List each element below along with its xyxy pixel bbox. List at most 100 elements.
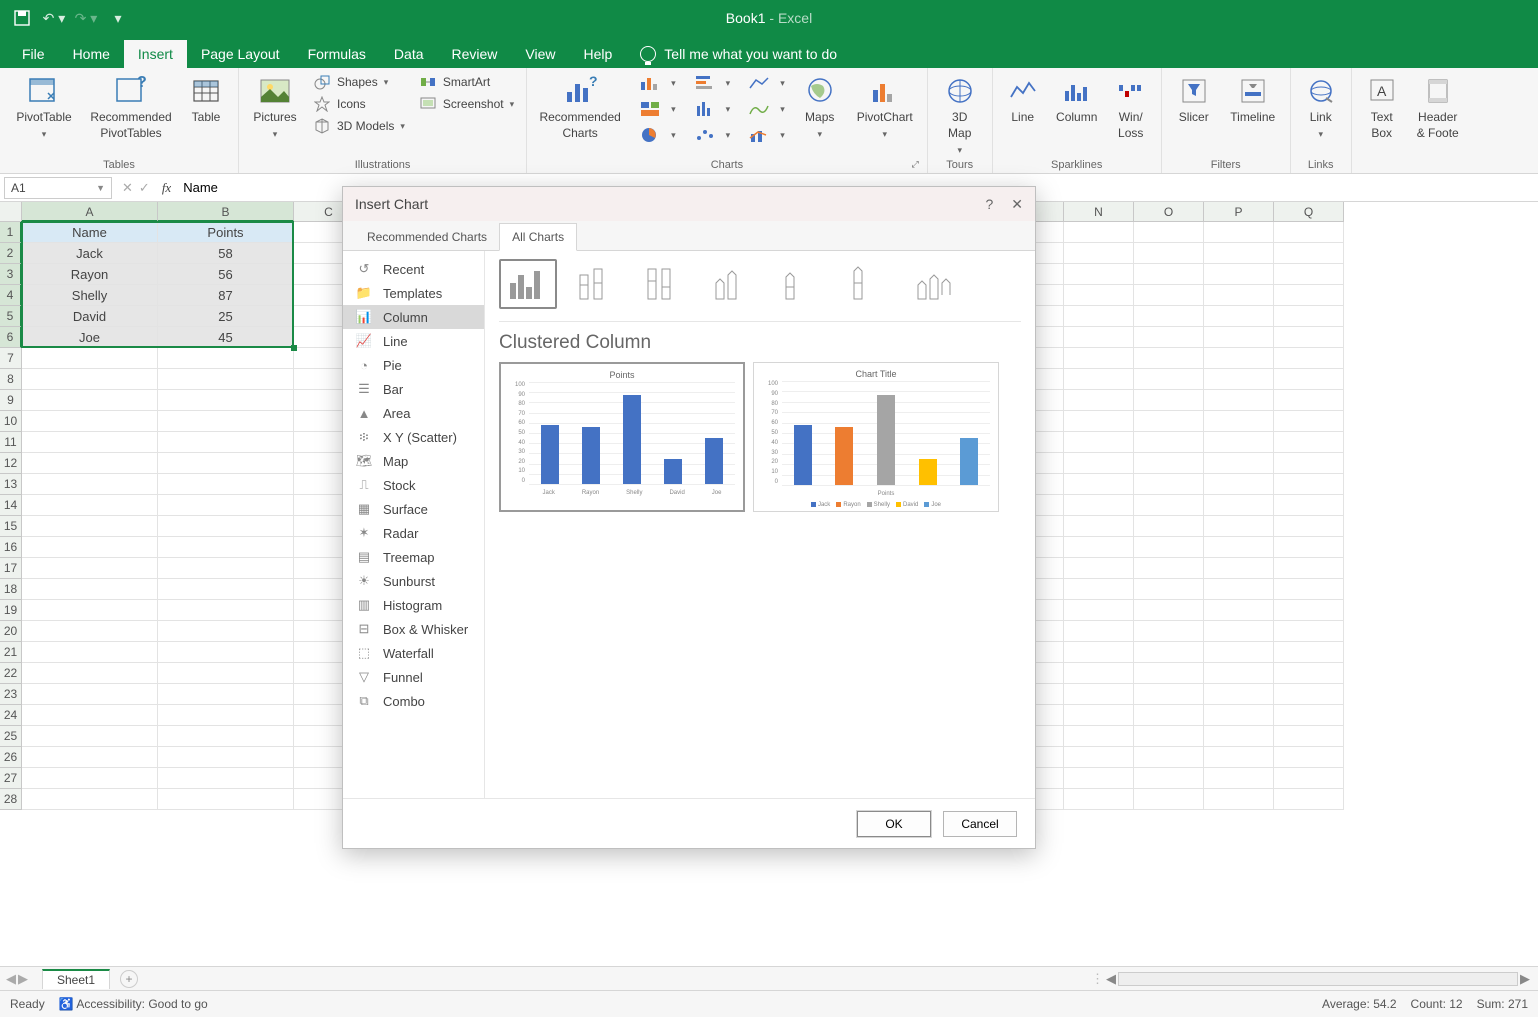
row-header[interactable]: 19: [0, 600, 22, 621]
chart-type-histogram[interactable]: ▥Histogram: [343, 593, 484, 617]
chart-type-area[interactable]: ▲Area: [343, 401, 484, 425]
cell[interactable]: [1134, 453, 1204, 474]
cell[interactable]: [1064, 432, 1134, 453]
cancel-button[interactable]: Cancel: [943, 811, 1017, 837]
sheet-tab[interactable]: Sheet1: [42, 969, 110, 989]
qat-customize-icon[interactable]: ▾: [106, 6, 130, 30]
cell[interactable]: [1204, 516, 1274, 537]
3d-models-button[interactable]: 3D Models: [309, 116, 409, 136]
cell[interactable]: [1064, 474, 1134, 495]
line-chart-dropdown[interactable]: [740, 72, 789, 94]
cell[interactable]: [158, 390, 294, 411]
cell[interactable]: [1134, 222, 1204, 243]
sheet-nav-prev-icon[interactable]: ◀: [6, 971, 16, 987]
cell[interactable]: [22, 411, 158, 432]
cell[interactable]: [158, 579, 294, 600]
chart-type-templates[interactable]: 📁Templates: [343, 281, 484, 305]
cell[interactable]: [1274, 516, 1344, 537]
cell[interactable]: [1274, 411, 1344, 432]
cell[interactable]: [1204, 348, 1274, 369]
row-header[interactable]: 5: [0, 306, 22, 327]
chart-type-recent[interactable]: ↺Recent: [343, 257, 484, 281]
cell[interactable]: [1064, 705, 1134, 726]
cell[interactable]: [1274, 642, 1344, 663]
cell[interactable]: [1134, 600, 1204, 621]
row-header[interactable]: 23: [0, 684, 22, 705]
cell[interactable]: [1274, 264, 1344, 285]
pie-chart-dropdown[interactable]: [631, 124, 680, 146]
recommended-pivottables-button[interactable]: ? Recommended PivotTables: [86, 72, 176, 140]
cell[interactable]: [1274, 705, 1344, 726]
maps-button[interactable]: Maps: [795, 72, 845, 140]
subtype-3d-stacked-column[interactable]: [771, 259, 829, 309]
row-header[interactable]: 10: [0, 411, 22, 432]
cell[interactable]: [1064, 390, 1134, 411]
data-cell[interactable]: Joe: [22, 327, 158, 348]
chart-type-surface[interactable]: ▦Surface: [343, 497, 484, 521]
row-header[interactable]: 4: [0, 285, 22, 306]
subtype-clustered-column[interactable]: [499, 259, 557, 309]
tell-me-search[interactable]: Tell me what you want to do: [626, 40, 851, 68]
cell[interactable]: [158, 705, 294, 726]
row-header[interactable]: 3: [0, 264, 22, 285]
cell[interactable]: [1204, 600, 1274, 621]
cell[interactable]: [1064, 663, 1134, 684]
menu-tab-insert[interactable]: Insert: [124, 40, 187, 68]
row-header[interactable]: 2: [0, 243, 22, 264]
row-header[interactable]: 15: [0, 516, 22, 537]
row-header[interactable]: 20: [0, 621, 22, 642]
cell[interactable]: [1134, 348, 1204, 369]
surface-chart-dropdown[interactable]: [740, 98, 789, 120]
cell[interactable]: [1204, 621, 1274, 642]
cell[interactable]: [158, 516, 294, 537]
dialog-titlebar[interactable]: Insert Chart ? ✕: [343, 187, 1035, 221]
cell[interactable]: [22, 747, 158, 768]
cell[interactable]: [1134, 537, 1204, 558]
cell[interactable]: [1134, 642, 1204, 663]
cell[interactable]: [1064, 306, 1134, 327]
cell[interactable]: [22, 789, 158, 810]
chart-type-pie[interactable]: ◔Pie: [343, 353, 484, 377]
bar-chart-dropdown[interactable]: [686, 72, 735, 94]
cell[interactable]: [22, 474, 158, 495]
menu-tab-file[interactable]: File: [8, 40, 59, 68]
cell[interactable]: [1134, 558, 1204, 579]
enter-formula-icon[interactable]: ✓: [139, 180, 150, 196]
data-cell[interactable]: Rayon: [22, 264, 158, 285]
cell[interactable]: [1204, 642, 1274, 663]
recommended-charts-button[interactable]: ? Recommended Charts: [535, 72, 625, 140]
data-cell[interactable]: David: [22, 306, 158, 327]
cell[interactable]: [1064, 243, 1134, 264]
scatter-chart-dropdown[interactable]: [686, 124, 735, 146]
table-button[interactable]: Table: [182, 72, 230, 124]
data-cell[interactable]: 87: [158, 285, 294, 306]
cell[interactable]: [158, 474, 294, 495]
redo-icon[interactable]: ↷ ▾: [74, 6, 98, 30]
cell[interactable]: [1274, 348, 1344, 369]
cell[interactable]: [158, 663, 294, 684]
cell[interactable]: [1064, 768, 1134, 789]
dialog-close-icon[interactable]: ✕: [1011, 196, 1023, 213]
cell[interactable]: [22, 600, 158, 621]
cell[interactable]: [1204, 432, 1274, 453]
cell[interactable]: [1204, 705, 1274, 726]
data-cell[interactable]: 25: [158, 306, 294, 327]
cell[interactable]: [1134, 327, 1204, 348]
select-all-corner[interactable]: [0, 202, 22, 222]
cell[interactable]: [1274, 768, 1344, 789]
pivotchart-button[interactable]: PivotChart: [851, 72, 919, 140]
cell[interactable]: [1134, 390, 1204, 411]
cell[interactable]: [22, 684, 158, 705]
cell[interactable]: [1274, 663, 1344, 684]
chart-type-line[interactable]: 📈Line: [343, 329, 484, 353]
undo-icon[interactable]: ↶ ▾: [42, 6, 66, 30]
cell[interactable]: [158, 453, 294, 474]
row-header[interactable]: 25: [0, 726, 22, 747]
cell[interactable]: [1274, 369, 1344, 390]
cell[interactable]: [1274, 621, 1344, 642]
hscroll-splitter-icon[interactable]: ⋮: [1091, 971, 1104, 987]
row-header[interactable]: 11: [0, 432, 22, 453]
accessibility-status[interactable]: ♿ Accessibility: Good to go: [59, 997, 208, 1011]
data-cell[interactable]: Name: [22, 222, 158, 243]
cell[interactable]: [1064, 453, 1134, 474]
